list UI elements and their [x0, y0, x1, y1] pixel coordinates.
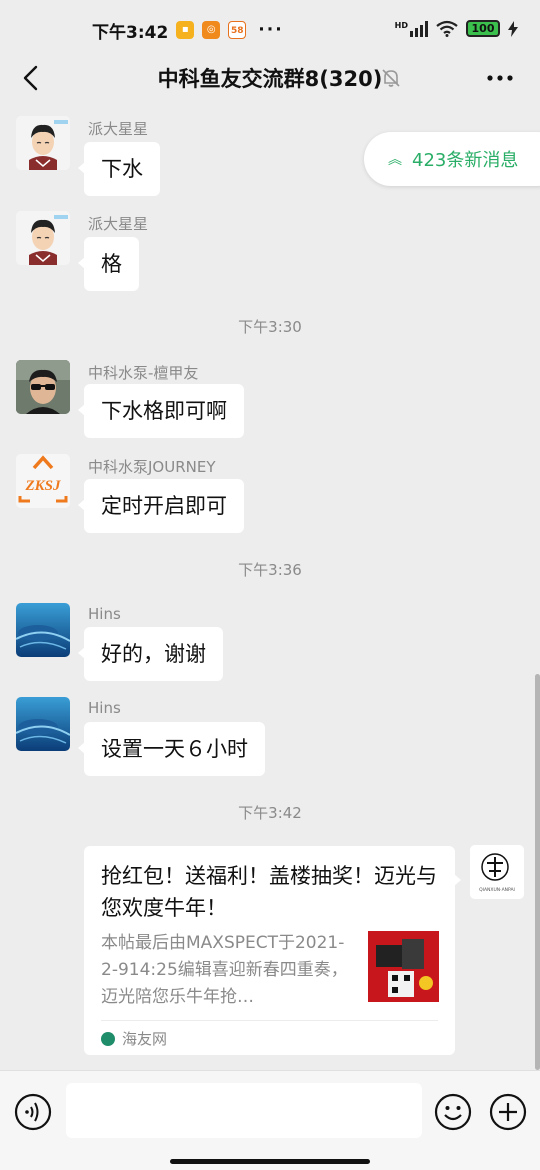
- more-options-button[interactable]: [484, 62, 516, 94]
- link-card-divider: [101, 1020, 438, 1021]
- avatar[interactable]: [16, 211, 70, 265]
- cartoon-boy-avatar-icon: [16, 211, 70, 265]
- status-bar: 下午3:42 ▪ ◎ 58 ··· HD 100: [0, 0, 540, 60]
- sender-name: 派大星星: [88, 215, 149, 233]
- message-bubble[interactable]: 格: [78, 237, 139, 291]
- underwater-avatar-icon: [16, 603, 70, 657]
- charging-icon: [508, 20, 518, 37]
- message-bubble[interactable]: 下水: [78, 142, 160, 196]
- voice-input-button[interactable]: [14, 1093, 52, 1131]
- underwater-avatar-icon: [16, 697, 70, 751]
- link-card-source-label: 海友网: [122, 1030, 168, 1048]
- zksj-logo-avatar-icon: ZKSJ: [16, 454, 70, 508]
- message-input[interactable]: [66, 1083, 422, 1138]
- link-card-message[interactable]: 抢红包！送福利！盖楼抽奖！迈光与您欢度牛年！ 本帖最后由MAXSPECT于202…: [84, 846, 461, 1055]
- notes-app-icon: ▪: [176, 21, 195, 39]
- wifi-icon: [436, 20, 458, 37]
- promo-thumbnail-image: [368, 931, 439, 1002]
- sender-name: Hins: [88, 699, 121, 717]
- sunglasses-man-avatar-icon: [16, 360, 70, 414]
- self-avatar[interactable]: QIANXUN·ANPAI: [470, 845, 524, 899]
- home-indicator[interactable]: [170, 1159, 370, 1164]
- chat-title[interactable]: 中科鱼友交流群8(320): [0, 63, 540, 93]
- weibo-app-icon: ◎: [202, 21, 221, 39]
- message-bubble[interactable]: 好的，谢谢: [78, 627, 223, 681]
- sender-name: 中科水泵-檀甲友: [88, 364, 199, 382]
- app-58-icon: 58: [228, 21, 247, 39]
- battery-icon: 100: [466, 20, 500, 37]
- new-messages-label: 423条新消息: [412, 150, 519, 171]
- avatar[interactable]: [16, 116, 70, 170]
- avatar[interactable]: [16, 603, 70, 657]
- sender-name: 派大星星: [88, 120, 149, 138]
- avatar[interactable]: [16, 697, 70, 751]
- message-bubble[interactable]: 设置一天６小时: [78, 722, 265, 776]
- avatar[interactable]: ZKSJ: [16, 454, 70, 508]
- zksj-logo-text: ZKSJ: [24, 478, 61, 494]
- qianxun-logo-avatar-icon: QIANXUN·ANPAI: [470, 845, 524, 899]
- hd-label: HD: [394, 20, 408, 30]
- link-card-thumbnail: [368, 931, 439, 1002]
- message-list[interactable]: 派大星星 下水 ︽ 423条新消息 派大星星 格 下午3:30 中科水泵-檀甲友…: [0, 104, 540, 1070]
- more-functions-plus-button[interactable]: [489, 1093, 527, 1131]
- link-card-description: 本帖最后由MAXSPECT于2021-2-914:25编辑喜迎新春四重奏，迈光陪…: [101, 933, 348, 1007]
- cartoon-boy-avatar-icon: [16, 116, 70, 170]
- chat-header: 中科鱼友交流群8(320): [0, 52, 540, 104]
- avatar[interactable]: [16, 360, 70, 414]
- message-bubble[interactable]: 下水格即可啊: [78, 384, 244, 438]
- link-card-title: 抢红包！送福利！盖楼抽奖！迈光与您欢度牛年！: [101, 864, 437, 920]
- emoji-button[interactable]: [434, 1093, 472, 1131]
- source-site-icon: [101, 1031, 115, 1046]
- status-right-group: HD 100: [395, 20, 518, 37]
- link-card-source: 海友网: [101, 1028, 167, 1049]
- sender-name: 中科水泵JOURNEY: [88, 458, 216, 476]
- hd-signal-icon: HD: [394, 20, 428, 37]
- status-time: 下午3:42: [92, 22, 169, 43]
- self-avatar-caption: QIANXUN·ANPAI: [479, 887, 515, 893]
- mute-bell-icon: [382, 69, 400, 87]
- timestamp: 下午3:42: [238, 804, 302, 822]
- scrollbar[interactable]: [535, 674, 540, 1070]
- double-chevron-up-icon: ︽: [388, 152, 402, 168]
- status-more-dots: ···: [258, 20, 284, 40]
- timestamp: 下午3:36: [238, 561, 302, 579]
- new-messages-button[interactable]: ︽ 423条新消息: [364, 132, 540, 186]
- input-bar: [0, 1070, 540, 1170]
- sender-name: Hins: [88, 605, 121, 623]
- timestamp: 下午3:30: [238, 318, 302, 336]
- message-bubble[interactable]: 定时开启即可: [78, 479, 244, 533]
